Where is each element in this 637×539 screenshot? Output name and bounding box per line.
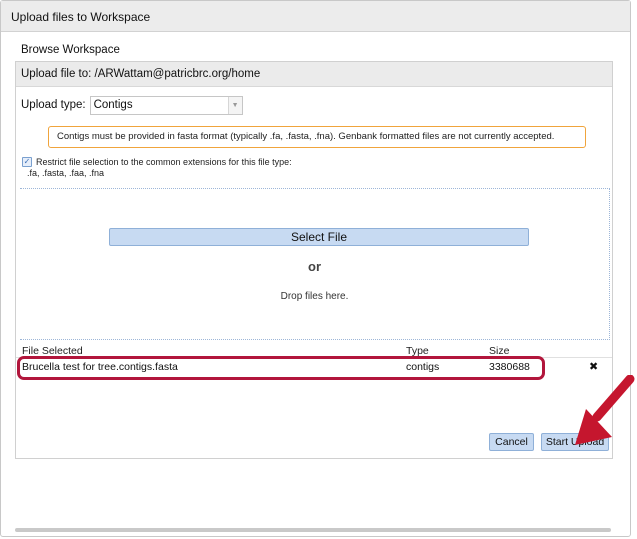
or-separator: or bbox=[308, 259, 321, 274]
cancel-button[interactable]: Cancel bbox=[489, 433, 534, 451]
upload-target-path: Upload file to: /ARWattam@patricbrc.org/… bbox=[16, 62, 612, 87]
upload-panel: Upload file to: /ARWattam@patricbrc.org/… bbox=[15, 61, 613, 459]
file-drop-zone[interactable]: Select File or Drop files here. bbox=[20, 188, 610, 340]
restrict-extensions-checkbox[interactable]: ✓ bbox=[22, 157, 32, 167]
chevron-down-icon[interactable]: ▼ bbox=[227, 96, 242, 114]
upload-type-label: Upload type: bbox=[21, 99, 86, 111]
restrict-extensions-label: Restrict file selection to the common ex… bbox=[36, 157, 292, 167]
upload-dialog: Upload files to Workspace Browse Workspa… bbox=[0, 0, 631, 537]
file-size: 3380688 bbox=[489, 361, 530, 373]
check-icon: ✓ bbox=[23, 157, 31, 166]
files-table-header: File Selected Type Size bbox=[16, 344, 612, 358]
header-file-selected: File Selected bbox=[22, 345, 83, 357]
browse-workspace-link[interactable]: Browse Workspace bbox=[21, 44, 120, 56]
horizontal-scrollbar[interactable] bbox=[15, 528, 611, 532]
header-type: Type bbox=[406, 345, 429, 357]
drop-files-hint: Drop files here. bbox=[280, 291, 349, 302]
header-size: Size bbox=[489, 345, 510, 357]
file-type: contigs bbox=[406, 361, 440, 373]
upload-type-row: Upload type: Contigs ▼ bbox=[21, 95, 243, 115]
file-name: Brucella test for tree.contigs.fasta bbox=[22, 361, 178, 373]
select-file-button[interactable]: Select File bbox=[109, 228, 529, 246]
dialog-title: Upload files to Workspace bbox=[1, 1, 630, 32]
format-notice: Contigs must be provided in fasta format… bbox=[48, 126, 586, 148]
allowed-extensions: .fa, .fasta, .faa, .fna bbox=[27, 168, 105, 178]
table-row[interactable]: Brucella test for tree.contigs.fasta con… bbox=[16, 358, 612, 376]
start-upload-button[interactable]: Start Upload bbox=[541, 433, 609, 451]
upload-type-select[interactable]: Contigs ▼ bbox=[89, 95, 243, 115]
close-icon[interactable]: ✖ bbox=[589, 360, 598, 373]
upload-type-value: Contigs bbox=[93, 98, 133, 111]
